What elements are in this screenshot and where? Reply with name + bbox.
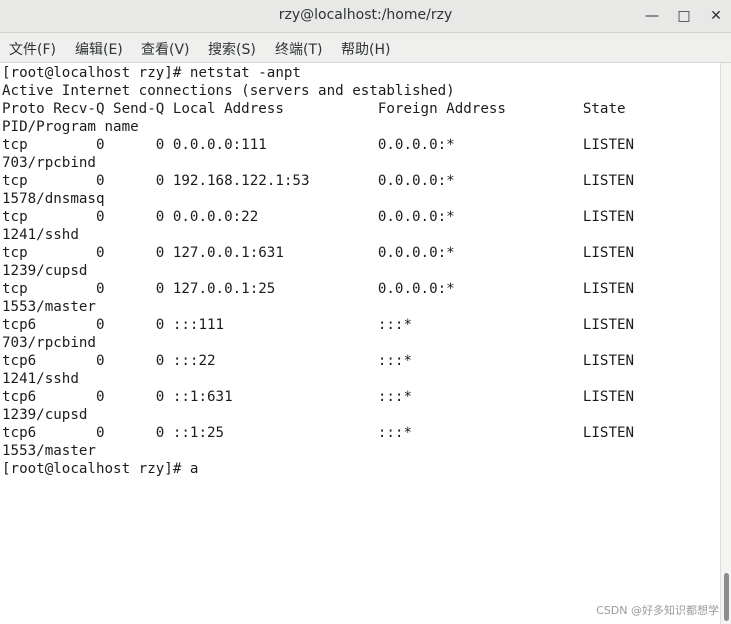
menu-bar: 文件(F) 编辑(E) 查看(V) 搜索(S) 终端(T) 帮助(H) (0, 33, 731, 63)
terminal-scrollbar[interactable] (720, 63, 731, 624)
terminal-prompt-line[interactable]: [root@localhost rzy]# a (2, 460, 198, 478)
terminal-line: 1239/cupsd (2, 263, 88, 279)
terminal-line: [root@localhost rzy]# netstat -anpt (2, 65, 301, 81)
terminal-line: 1241/sshd (2, 227, 79, 243)
terminal-line: Proto Recv-Q Send-Q Local Address Foreig… (2, 101, 626, 117)
terminal-line: tcp6 0 0 ::1:631 :::* LISTEN (2, 389, 635, 405)
menu-terminal[interactable]: 终端(T) (275, 39, 322, 59)
terminal-line: tcp6 0 0 ::1:25 :::* LISTEN (2, 425, 635, 441)
terminal-line: 703/rpcbind (2, 155, 96, 171)
terminal-line: tcp6 0 0 :::22 :::* LISTEN (2, 353, 635, 369)
window-titlebar[interactable]: rzy@localhost:/home/rzy — □ ✕ (0, 0, 731, 33)
terminal-line: tcp 0 0 127.0.0.1:25 0.0.0.0:* LISTEN (2, 281, 635, 297)
window-title: rzy@localhost:/home/rzy (278, 7, 453, 23)
terminal-line: 1578/dnsmasq (2, 191, 105, 207)
terminal-line: Active Internet connections (servers and… (2, 83, 455, 99)
terminal-line: 1241/sshd (2, 371, 79, 387)
terminal-line: 703/rpcbind (2, 335, 96, 351)
scrollbar-thumb[interactable] (724, 573, 729, 621)
terminal-line: tcp 0 0 0.0.0.0:22 0.0.0.0:* LISTEN (2, 209, 635, 225)
terminal-prompt: [root@localhost rzy]# (2, 461, 190, 477)
minimize-button[interactable]: — (640, 4, 664, 28)
terminal-line: tcp 0 0 192.168.122.1:53 0.0.0.0:* LISTE… (2, 173, 635, 189)
terminal-line: PID/Program name (2, 119, 139, 135)
terminal-line: 1553/master (2, 443, 96, 459)
terminal-line: 1239/cupsd (2, 407, 88, 423)
menu-help[interactable]: 帮助(H) (341, 39, 390, 59)
terminal-line: 1553/master (2, 299, 96, 315)
watermark: CSDN @好多知识都想学 (596, 604, 719, 617)
maximize-button[interactable]: □ (672, 4, 696, 28)
terminal-output[interactable]: [root@localhost rzy]# netstat -anpt Acti… (0, 63, 720, 624)
menu-search[interactable]: 搜索(S) (208, 39, 256, 59)
terminal-input[interactable]: a (190, 461, 199, 477)
close-button[interactable]: ✕ (704, 4, 728, 28)
menu-file[interactable]: 文件(F) (9, 39, 56, 59)
terminal-line: tcp 0 0 127.0.0.1:631 0.0.0.0:* LISTEN (2, 245, 635, 261)
terminal-line: tcp 0 0 0.0.0.0:111 0.0.0.0:* LISTEN (2, 137, 635, 153)
terminal-line: tcp6 0 0 :::111 :::* LISTEN (2, 317, 635, 333)
menu-edit[interactable]: 编辑(E) (75, 39, 123, 59)
menu-view[interactable]: 查看(V) (141, 39, 190, 59)
